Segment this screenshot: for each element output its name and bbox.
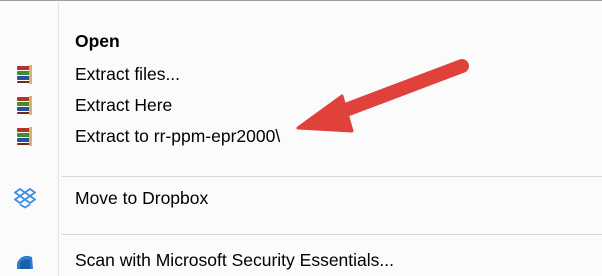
menu-item-label: Extract Here [75,95,173,115]
menu-item-move-to-dropbox[interactable]: Move to Dropbox [0,183,602,213]
menu-item-label: Extract files... [75,64,181,84]
security-essentials-icon [14,249,36,271]
menu-item-scan-security-essentials[interactable]: Scan with Microsoft Security Essentials.… [0,245,602,275]
menu-item-label: Move to Dropbox [75,188,209,208]
context-menu: Open Extract files... Extract Here Extra… [0,0,602,276]
winrar-books-icon [14,63,36,85]
winrar-books-icon [14,125,36,147]
menu-item-extract-files[interactable]: Extract files... [0,59,602,89]
menu-separator [62,176,602,177]
menu-item-open[interactable]: Open [0,26,602,56]
menu-item-label: Open [75,31,120,51]
dropbox-icon [13,187,37,209]
menu-item-label: Extract to rr-ppm-epr2000\ [75,126,281,146]
menu-item-extract-here[interactable]: Extract Here [0,90,602,120]
menu-item-label: Scan with Microsoft Security Essentials.… [75,250,394,270]
menu-item-extract-to[interactable]: Extract to rr-ppm-epr2000\ [0,121,602,151]
menu-separator [62,234,602,235]
winrar-books-icon [14,94,36,116]
